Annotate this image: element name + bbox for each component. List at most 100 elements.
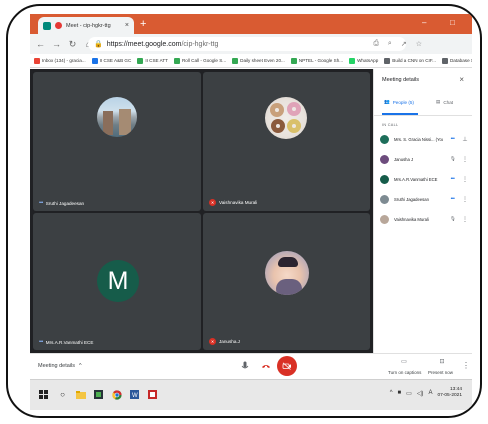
meet-video-grid: ••• Sruthi Jagadeesan ✕ Vaishnavika Mura…	[30, 69, 373, 353]
forward-arrow-icon[interactable]: →	[52, 39, 61, 49]
bookmark-label: Inbox (134) - gracia...	[42, 58, 86, 63]
participant-avatar	[380, 174, 389, 184]
participant-name: Janusha.J	[219, 339, 240, 344]
present-now-button[interactable]: ⊡	[437, 356, 447, 366]
battery-icon[interactable]: ▭	[406, 390, 412, 397]
meet-favicon-icon	[43, 21, 51, 30]
reload-icon[interactable]: ↻	[68, 39, 77, 50]
bookmark-item[interactable]: NPTEL - Google Sh...	[290, 57, 344, 64]
captions-button[interactable]: ▭	[399, 356, 409, 366]
bookmark-item[interactable]: II CSE ATT	[137, 57, 168, 64]
panel-close-icon[interactable]: ×	[459, 75, 464, 84]
meet-control-bar: Meeting details ^ ▭ Turn on captions ⊡ P…	[30, 353, 472, 379]
participant-tile-label: ✕ Janusha.J	[209, 338, 240, 345]
more-options-icon[interactable]: ⋮	[462, 176, 468, 183]
taskbar-clock[interactable]: 13:44 07-05-2021	[437, 387, 462, 399]
chrome-taskbar-icon[interactable]	[111, 389, 122, 400]
bookmark-item[interactable]: Daily sheet Even 20...	[232, 57, 285, 64]
more-options-icon[interactable]: ⋮	[462, 156, 468, 163]
meeting-details-label: Meeting details	[38, 363, 75, 369]
windows-start-icon[interactable]	[38, 389, 49, 400]
more-options-icon[interactable]: ⋮	[462, 361, 470, 370]
participant-row[interactable]: Mrs. S. Gracia Nissi... (You) ••• ⊥	[380, 132, 468, 146]
clock-date: 07-05-2021	[437, 393, 462, 398]
donut-shape	[287, 102, 301, 116]
tab-people[interactable]: 👥 People (5)	[384, 99, 414, 105]
new-tab-button[interactable]: +	[140, 18, 146, 30]
bookmarks-bar: Inbox (134) - gracia... II CSE A&B GC II C…	[30, 54, 472, 68]
bookmark-item[interactable]: Build a CNN on CIF...	[384, 57, 436, 64]
star-icon[interactable]: ☆	[416, 40, 422, 48]
participant-photo-venice	[97, 97, 137, 137]
participant-name: Sruthi Jagadeesan	[45, 200, 85, 206]
more-options-icon[interactable]: ⋮	[462, 216, 468, 223]
search-icon[interactable]: ○	[57, 389, 68, 400]
zoom-icon[interactable]: ⌕	[388, 40, 392, 48]
tray-app-icon[interactable]: ■	[398, 390, 402, 396]
word-taskbar-icon[interactable]: W	[129, 389, 140, 400]
camera-off-icon	[282, 362, 291, 370]
in-call-section-label: IN CALL	[382, 123, 399, 127]
more-options-icon[interactable]: ⋮	[462, 196, 468, 203]
participant-tile-3[interactable]: M ••• Mrs.A.R.Vanmathi ECE	[33, 213, 201, 350]
share-icon[interactable]: ↗	[401, 40, 407, 48]
address-bar[interactable]: 🔒 https://meet.google.com/cip-hgkr-ttg	[88, 37, 406, 51]
recording-dot-icon	[55, 22, 62, 29]
bookmark-item[interactable]: Inbox (134) - gracia...	[34, 57, 86, 64]
volume-icon[interactable]: ◁)	[417, 390, 424, 397]
bookmark-item[interactable]: II CSE A&B GC	[91, 57, 131, 64]
url-path: /cip-hgkr-ttg	[181, 40, 219, 48]
audio-level-icon: •••	[450, 176, 455, 182]
camera-off-button[interactable]	[277, 356, 297, 376]
participant-tile-2[interactable]: ✕ Vaishnavika Murali	[203, 72, 370, 211]
meeting-details-button[interactable]: Meeting details ^	[38, 363, 82, 369]
tray-chevron-icon[interactable]: ^	[390, 390, 393, 396]
tab-title: Meet - cip-hgkr-ttg	[66, 22, 111, 29]
bookmark-favicon-icon	[137, 57, 144, 64]
audio-level-icon: •••	[450, 136, 455, 142]
bookmark-item[interactable]: Roll Call - Google S...	[173, 57, 226, 64]
participant-avatar	[380, 154, 389, 164]
participant-name: Vaishnavika Murali	[219, 200, 258, 205]
bookmark-item[interactable]: WhatsApp	[349, 57, 378, 64]
camera-permission-icon[interactable]: ⎙	[373, 40, 379, 48]
participant-row[interactable]: Sruthi Jagadeesan ••• ⋮	[380, 192, 468, 206]
pin-icon[interactable]: ⊥	[462, 136, 468, 143]
mic-off-icon: 🎙	[450, 156, 456, 161]
participant-tile-1[interactable]: ••• Sruthi Jagadeesan	[33, 72, 201, 211]
tab-chat[interactable]: ▤ Chat	[436, 99, 453, 105]
browser-tab-meet[interactable]: Meet - cip-hgkr-ttg ×	[38, 17, 134, 34]
file-explorer-icon[interactable]	[75, 389, 86, 400]
minimize-button[interactable]: –	[422, 18, 426, 27]
bookmark-favicon-icon	[173, 57, 180, 64]
participant-row-name: Vaishnavika Murali	[394, 216, 429, 222]
end-call-button[interactable]	[259, 359, 273, 373]
present-now-label: Present now	[428, 370, 454, 375]
bookmark-favicon-icon	[349, 57, 356, 64]
tab-close-icon[interactable]: ×	[125, 22, 129, 29]
meeting-details-panel: Meeting details × 👥 People (5) ▤ Chat IN…	[373, 69, 472, 353]
pdf-taskbar-icon[interactable]	[147, 389, 158, 400]
participant-row[interactable]: Mrs.A.R.Vanmathi ECE ••• ⋮	[380, 172, 468, 186]
windows-taskbar: ○ W ^ ■ ▭ ◁) A 13:44 07-05-2021	[30, 379, 472, 410]
bookmark-favicon-icon	[91, 57, 98, 64]
bookmark-item[interactable]: Database System C...	[441, 57, 472, 64]
bookmark-label: NPTEL - Google Sh...	[298, 58, 344, 63]
participant-row[interactable]: Janusha J 🎙 ⋮	[380, 152, 468, 166]
app-icon-dark[interactable]	[93, 389, 104, 400]
bookmark-label: Database System C...	[449, 58, 472, 63]
participant-row-name: Mrs. S. Gracia Nissi... (You)	[394, 136, 443, 142]
participant-tile-4[interactable]: ✕ Janusha.J	[203, 213, 370, 350]
chevron-up-icon: ^	[79, 363, 82, 369]
participant-tile-label: ••• Sruthi Jagadeesan	[39, 200, 84, 206]
mic-off-icon: ✕	[209, 199, 216, 206]
maximize-button[interactable]: □	[450, 18, 455, 27]
microphone-button[interactable]	[238, 359, 252, 373]
back-arrow-icon[interactable]: ←	[36, 39, 45, 49]
language-icon[interactable]: A	[428, 390, 432, 396]
browser-toolbar: ← → ↻ ⌂ 🔒 https://meet.google.com/cip-hg…	[30, 34, 472, 68]
participant-row-name: Sruthi Jagadeesan	[394, 196, 429, 202]
tab-people-label: People (5)	[392, 99, 414, 105]
participant-row[interactable]: Vaishnavika Murali 🎙 ⋮	[380, 212, 468, 226]
system-tray: ^ ■ ▭ ◁) A 13:44 07-05-2021	[390, 387, 462, 399]
